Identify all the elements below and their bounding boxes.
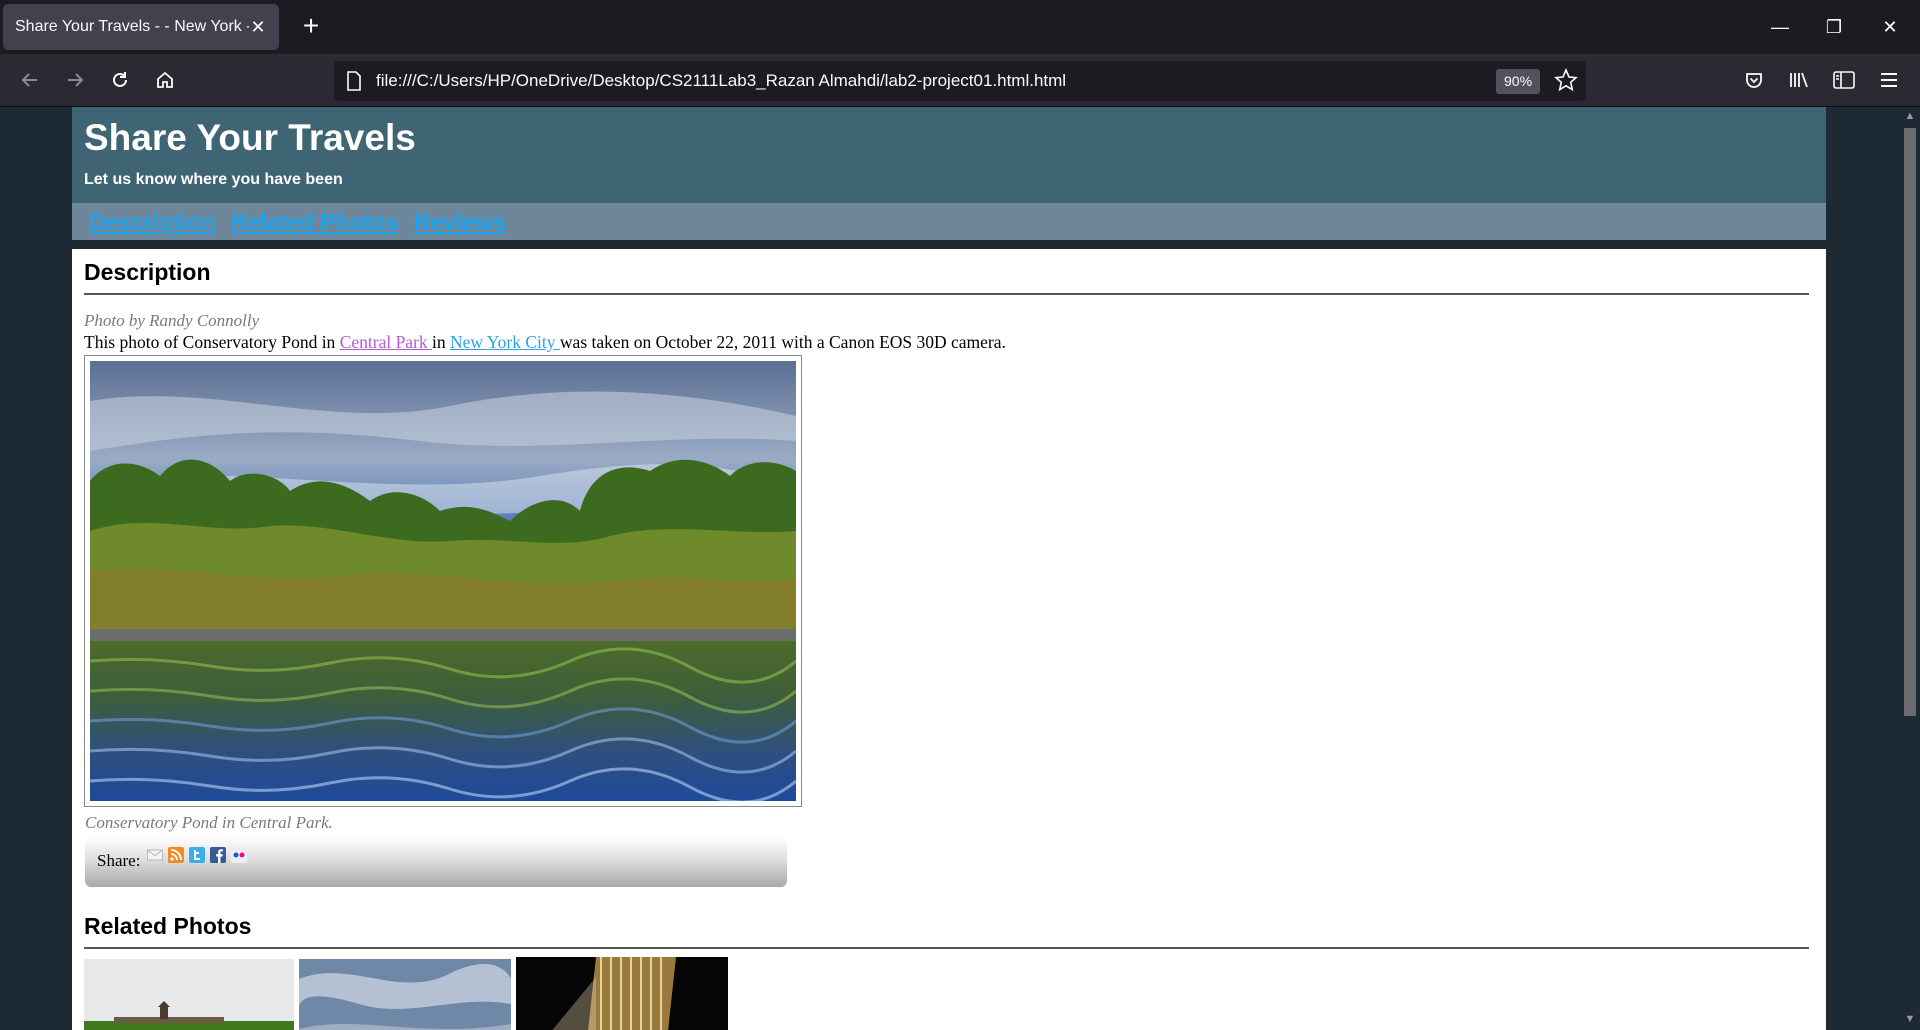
library-button[interactable] [1782,64,1816,96]
nav-link-related-photos[interactable]: Related Photos [231,209,398,236]
pocket-icon [1746,73,1762,88]
related-photos-divider [84,947,1809,949]
back-icon [21,73,37,87]
restore-button[interactable]: ❐ [1814,10,1854,44]
sidebar-icon [1833,71,1855,89]
flickr-icon[interactable] [231,847,247,863]
home-icon [157,71,173,88]
related-photo-thumbnail-1[interactable] [84,959,294,1030]
bookmark-star-icon[interactable] [1554,68,1578,92]
scroll-down-icon[interactable]: ▼ [1903,1012,1917,1026]
tab-close-icon[interactable]: ✕ [249,17,267,38]
farmhouse-image [84,959,294,1030]
home-button[interactable] [147,64,183,96]
conservatory-pond-image [90,361,796,801]
pocket-button[interactable] [1737,64,1771,96]
url-text[interactable]: file:///C:/Users/HP/OneDrive/Desktop/CS2… [376,71,1066,91]
email-icon[interactable] [147,847,163,863]
twitter-icon[interactable] [189,847,205,863]
nav-link-reviews[interactable]: Reviews [414,209,506,236]
share-bar: Share: [85,837,787,887]
reload-icon [113,72,127,87]
close-window-button[interactable]: ✕ [1870,10,1910,44]
site-nav: Description Related Photos Reviews [72,203,1826,240]
main-photo [84,355,802,807]
header-gap [72,240,1826,249]
facebook-icon[interactable] [210,847,226,863]
tab-strip: Share Your Travels - - New York - C ✕ + … [0,0,1920,54]
forward-icon [68,73,84,87]
photo-caption: Conservatory Pond in Central Park. [85,813,333,832]
forward-button[interactable] [57,64,93,96]
page-icon [347,71,361,91]
browser-tab[interactable]: Share Your Travels - - New York - C ✕ [3,4,279,50]
related-photo-thumbnail-2[interactable] [299,959,511,1030]
zoom-level-badge[interactable]: 90% [1496,69,1541,94]
sidebar-button[interactable] [1827,64,1861,96]
scroll-up-icon[interactable]: ▲ [1903,109,1917,123]
menu-button[interactable] [1872,64,1906,96]
library-icon [1790,72,1808,88]
site-title: Share Your Travels [84,117,416,158]
url-bar[interactable]: file:///C:/Users/HP/OneDrive/Desktop/CS2… [334,61,1586,101]
main-content: Description Photo by Randy Connolly This… [72,249,1826,1030]
site-header: Share Your Travels Let us know where you… [72,107,1826,203]
site-container: Share Your Travels Let us know where you… [72,107,1826,1030]
vertical-scrollbar[interactable]: ▲ ▼ [1900,107,1920,1030]
photo-credit: Photo by Randy Connolly [84,311,260,330]
related-photos-heading: Related Photos [84,913,252,939]
desc-text-before: This photo of Conservatory Pond in [84,332,340,352]
central-park-link[interactable]: Central Park [340,332,432,352]
page-viewport: Share Your Travels Let us know where you… [0,107,1900,1030]
minimize-button[interactable]: — [1760,10,1800,44]
share-label: Share: [97,851,141,870]
photo-description: This photo of Conservatory Pond in Centr… [84,332,1006,353]
cloudy-sky-image [299,959,511,1030]
menu-icon [1881,73,1897,87]
desc-text-middle: in [432,332,451,352]
navigation-toolbar: file:///C:/Users/HP/OneDrive/Desktop/CS2… [0,54,1920,107]
description-divider [84,293,1809,295]
related-photo-thumbnail-3[interactable] [516,957,728,1030]
description-heading: Description [84,259,211,285]
new-tab-button[interactable]: + [294,10,328,44]
site-subtitle: Let us know where you have been [84,171,343,188]
tab-title: Share Your Travels - - New York - C [15,18,249,35]
scrollbar-thumb[interactable] [1904,128,1916,716]
nav-link-description[interactable]: Description [89,209,216,236]
desc-text-after: was taken on October 22, 2011 with a Can… [559,332,1006,352]
skyscraper-image [516,957,728,1030]
rss-icon[interactable] [168,847,184,863]
reload-button[interactable] [102,64,138,96]
back-button[interactable] [12,64,48,96]
new-york-city-link[interactable]: New York City [450,332,560,352]
